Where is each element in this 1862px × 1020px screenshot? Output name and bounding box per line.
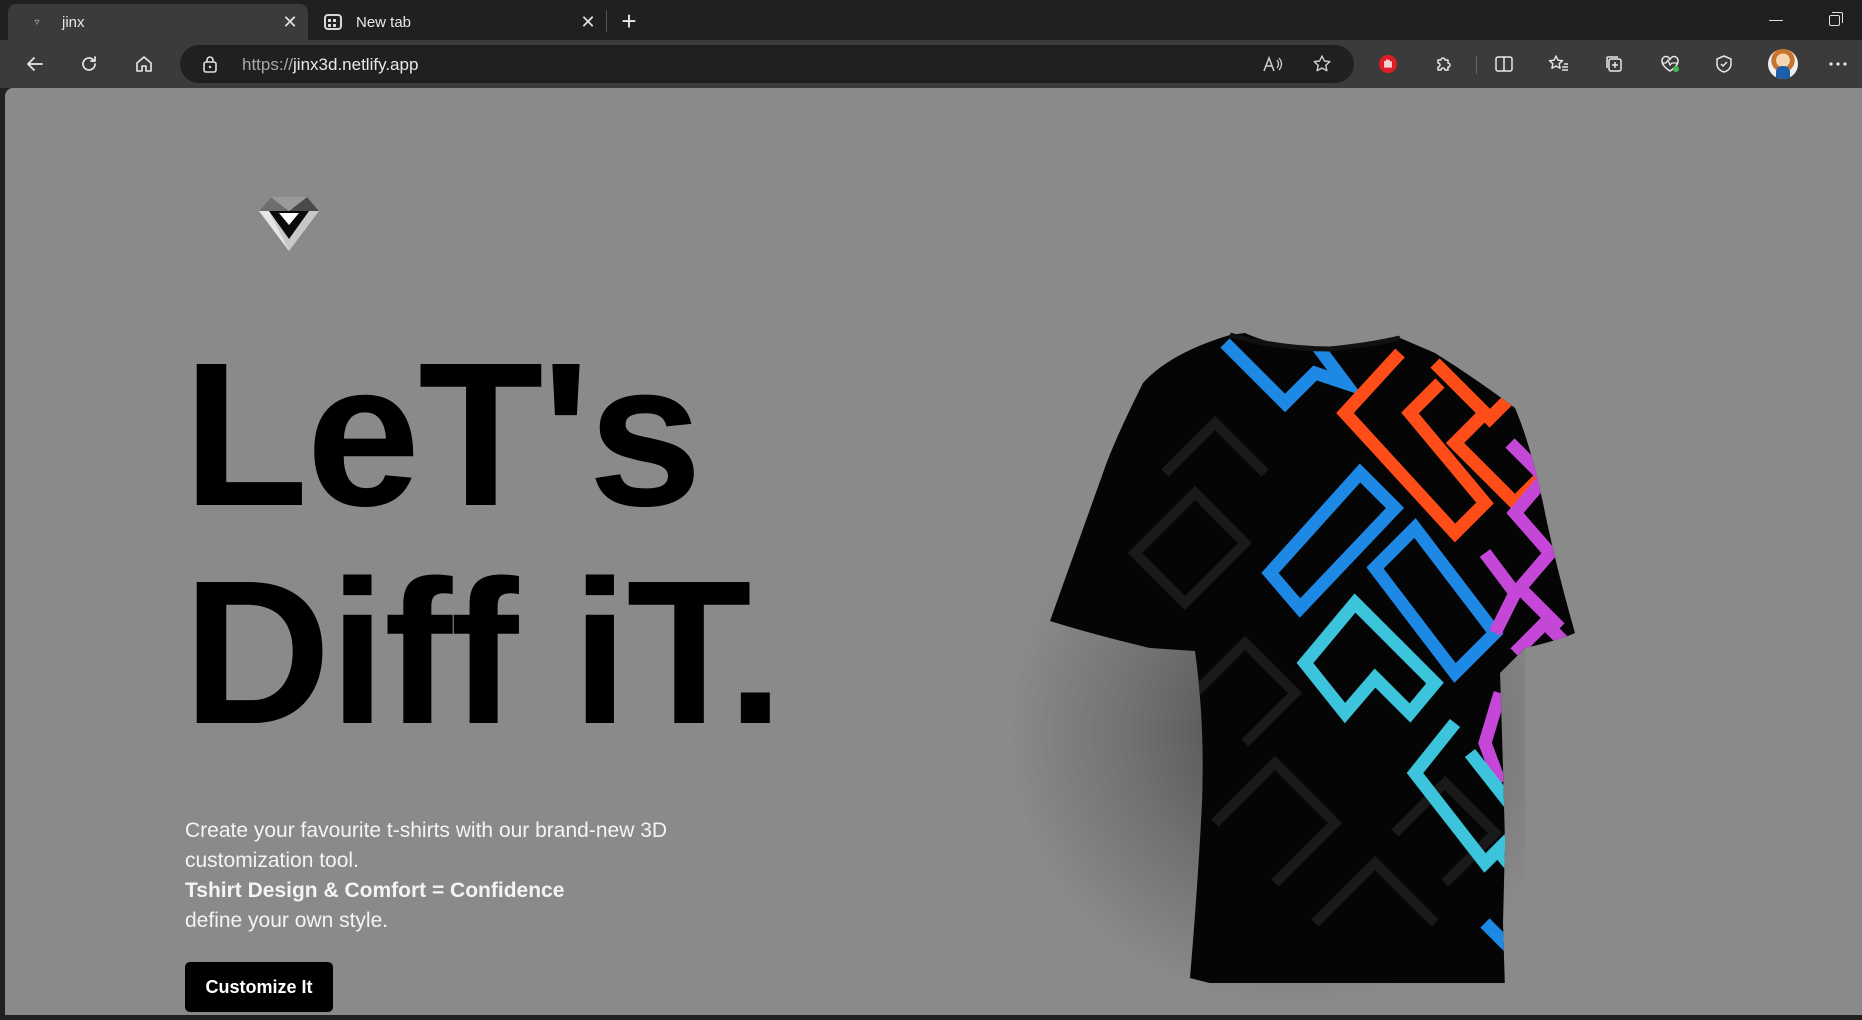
minimize-icon	[1769, 19, 1783, 21]
url-text[interactable]: https://jinx3d.netlify.app	[242, 55, 418, 75]
split-screen-icon	[1495, 56, 1513, 72]
settings-menu-button[interactable]	[1820, 46, 1856, 82]
close-tab-icon[interactable]: ✕	[574, 8, 602, 36]
close-tab-icon[interactable]: ✕	[276, 8, 304, 36]
adblock-extension-button[interactable]	[1370, 46, 1406, 82]
hand-stop-icon	[1379, 55, 1397, 73]
new-tab-button[interactable]: +	[612, 5, 646, 37]
browser-toolbar: https://jinx3d.netlify.app	[0, 40, 1862, 88]
tab-title: New tab	[356, 13, 412, 31]
lock-icon[interactable]	[202, 55, 218, 73]
back-button[interactable]	[17, 46, 53, 82]
jinx-logo-icon[interactable]	[257, 195, 321, 253]
window-bottom-edge	[0, 1015, 1862, 1020]
hero-headline: LeT's Diff iT.	[183, 320, 784, 767]
newtab-icon	[324, 14, 342, 30]
home-icon	[136, 56, 152, 72]
extensions-button[interactable]	[1426, 46, 1462, 82]
restore-icon	[1828, 11, 1843, 26]
read-aloud-button[interactable]	[1258, 49, 1288, 79]
collections-icon	[1606, 56, 1622, 72]
tab-separator	[606, 10, 607, 32]
copilot-button[interactable]	[1706, 46, 1742, 82]
more-dots-icon	[1829, 62, 1847, 66]
minimize-button[interactable]	[1748, 0, 1804, 40]
shield-check-icon	[1716, 55, 1732, 73]
tab-jinx[interactable]: ▿ jinx ✕	[8, 4, 308, 40]
customize-it-button[interactable]: Customize It	[185, 962, 333, 1012]
refresh-button[interactable]	[71, 46, 107, 82]
tab-strip: ▿ jinx ✕ New tab ✕ +	[0, 0, 1862, 40]
address-bar[interactable]: https://jinx3d.netlify.app	[180, 45, 1354, 83]
favorites-list-icon	[1548, 55, 1568, 71]
refresh-icon	[82, 56, 96, 71]
jinx-favicon: ▿	[34, 16, 40, 28]
url-scheme: https://	[242, 55, 294, 74]
puzzle-icon	[1437, 57, 1451, 71]
toolbar-divider	[1476, 56, 1477, 74]
collections-button[interactable]	[1596, 46, 1632, 82]
heart-pulse-icon	[1661, 55, 1679, 72]
read-aloud-icon	[1263, 55, 1283, 72]
description-intro: Create your favourite t-shirts with our …	[185, 819, 668, 872]
favorite-button[interactable]	[1307, 49, 1337, 79]
back-arrow-icon	[27, 57, 43, 71]
profile-avatar[interactable]	[1768, 49, 1798, 79]
headline-line-1: LeT's	[183, 320, 702, 549]
browser-essentials-button[interactable]	[1652, 46, 1688, 82]
hero-description: Create your favourite t-shirts with our …	[185, 816, 785, 936]
page-viewport: LeT's Diff iT. Create your favourite t-s…	[5, 88, 1862, 1015]
description-outro: define your own style.	[185, 909, 389, 932]
tshirt-3d-model[interactable]	[1015, 223, 1775, 983]
headline-line-2: Diff iT.	[183, 538, 784, 767]
url-host: jinx3d.netlify.app	[293, 55, 419, 74]
restore-button[interactable]	[1806, 0, 1862, 40]
favorites-button[interactable]	[1541, 46, 1577, 82]
star-icon	[1313, 55, 1331, 72]
description-tagline: Tshirt Design & Comfort = Confidence	[185, 879, 565, 902]
tab-title: jinx	[62, 13, 85, 31]
split-screen-button[interactable]	[1486, 46, 1522, 82]
home-button[interactable]	[126, 46, 162, 82]
tab-new-tab[interactable]: New tab ✕	[310, 4, 606, 40]
